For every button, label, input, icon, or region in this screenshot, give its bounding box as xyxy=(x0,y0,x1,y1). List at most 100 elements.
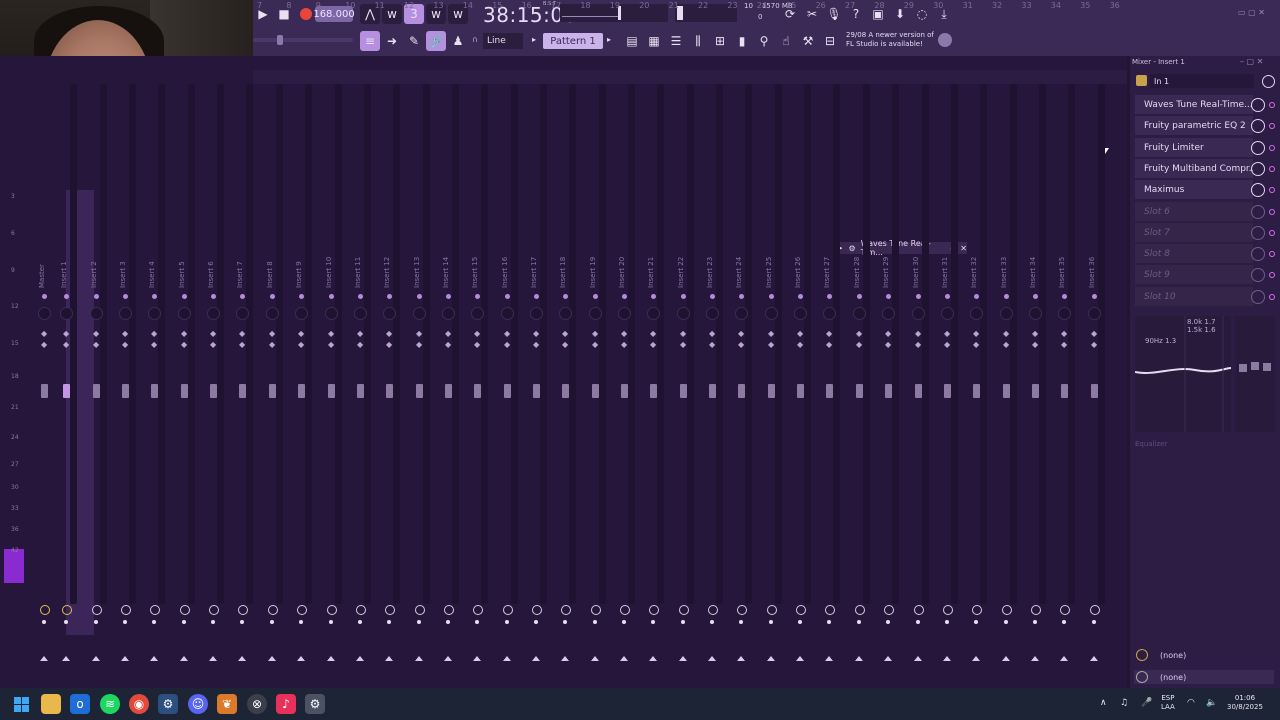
stereo-separation-icon[interactable]: ◆ xyxy=(474,330,480,338)
pan-knob[interactable] xyxy=(618,307,631,320)
swap-channels-icon[interactable]: ◆ xyxy=(298,341,304,349)
wait-icon[interactable]: w xyxy=(382,4,402,24)
stereo-separation-icon[interactable]: ◆ xyxy=(151,330,157,338)
route-arrow-icon[interactable] xyxy=(268,656,276,661)
track-active-led[interactable] xyxy=(123,294,128,299)
send-knob[interactable] xyxy=(121,605,131,615)
swap-channels-icon[interactable]: ◆ xyxy=(357,341,363,349)
send-knob[interactable] xyxy=(356,605,366,615)
pan-knob[interactable] xyxy=(148,307,161,320)
volume-icon[interactable]: 🔈 xyxy=(1206,698,1217,708)
pan-knob[interactable] xyxy=(706,307,719,320)
route-arrow-icon[interactable] xyxy=(1060,656,1068,661)
swap-channels-icon[interactable]: ◆ xyxy=(592,341,598,349)
swap-channels-icon[interactable]: ◆ xyxy=(269,341,275,349)
slot-mix-knob[interactable] xyxy=(1251,290,1265,304)
effect-slot[interactable]: Slot 10 xyxy=(1135,287,1253,306)
track-label[interactable]: Insert 25 xyxy=(765,248,773,288)
pan-knob[interactable] xyxy=(912,307,925,320)
track-active-led[interactable] xyxy=(417,294,422,299)
track-active-led[interactable] xyxy=(329,294,334,299)
pan-knob[interactable] xyxy=(442,307,455,320)
record-arm-led[interactable] xyxy=(446,620,450,624)
record-arm-led[interactable] xyxy=(827,620,831,624)
send-knob[interactable] xyxy=(1002,605,1012,615)
stereo-separation-icon[interactable]: ◆ xyxy=(298,330,304,338)
volume-fader[interactable] xyxy=(915,384,922,398)
pan-knob[interactable] xyxy=(794,307,807,320)
swap-channels-icon[interactable]: ◆ xyxy=(151,341,157,349)
arrow-icon[interactable]: ➜ xyxy=(382,31,402,51)
send-knob[interactable] xyxy=(473,605,483,615)
track-label[interactable]: Insert 32 xyxy=(970,248,978,288)
track-active-led[interactable] xyxy=(1033,294,1038,299)
stereo-separation-icon[interactable]: ◆ xyxy=(386,330,392,338)
track-label[interactable]: Insert 9 xyxy=(295,248,303,288)
track-label[interactable]: Insert 36 xyxy=(1088,248,1096,288)
volume-fader[interactable] xyxy=(944,384,951,398)
master-volume-slider[interactable] xyxy=(253,35,353,45)
output-selector-1[interactable]: (none) xyxy=(1134,648,1274,662)
volume-fader[interactable] xyxy=(269,384,276,398)
stereo-separation-icon[interactable]: ◆ xyxy=(533,330,539,338)
send-knob[interactable] xyxy=(679,605,689,615)
record-arm-led[interactable] xyxy=(916,620,920,624)
track-label[interactable]: Insert 11 xyxy=(354,248,362,288)
clipboard-icon[interactable]: ▮ xyxy=(732,31,752,51)
slot-mix-knob[interactable] xyxy=(1251,247,1265,261)
record-arm-led[interactable] xyxy=(475,620,479,624)
track-active-led[interactable] xyxy=(387,294,392,299)
chrome-icon[interactable]: ◉ xyxy=(129,694,149,714)
effect-slot[interactable]: Slot 6 xyxy=(1135,202,1253,221)
track-label[interactable]: Insert 33 xyxy=(1000,248,1008,288)
route-arrow-icon[interactable] xyxy=(591,656,599,661)
route-arrow-icon[interactable] xyxy=(796,656,804,661)
volume-fader[interactable] xyxy=(826,384,833,398)
route-arrow-icon[interactable] xyxy=(855,656,863,661)
volume-fader[interactable] xyxy=(357,384,364,398)
pan-knob[interactable] xyxy=(735,307,748,320)
swap-channels-icon[interactable]: ◆ xyxy=(621,341,627,349)
track-label[interactable]: Insert 26 xyxy=(794,248,802,288)
playlist-window-icon[interactable]: ▤ xyxy=(622,31,642,51)
track-active-led[interactable] xyxy=(299,294,304,299)
swap-channels-icon[interactable]: ◆ xyxy=(533,341,539,349)
send-knob[interactable] xyxy=(767,605,777,615)
headset-tray-icon[interactable]: ♫ xyxy=(1120,698,1128,708)
panel-window-controls[interactable]: – ▢ ✕ xyxy=(1240,57,1263,66)
discord-icon[interactable]: ☺ xyxy=(188,694,208,714)
route-arrow-icon[interactable] xyxy=(238,656,246,661)
input-selector[interactable]: In 1 xyxy=(1150,74,1254,88)
pan-knob[interactable] xyxy=(677,307,690,320)
record-arm-led[interactable] xyxy=(857,620,861,624)
swap-channels-icon[interactable]: ◆ xyxy=(239,341,245,349)
tiktok-icon[interactable]: ♪ xyxy=(276,694,296,714)
volume-fader[interactable] xyxy=(122,384,129,398)
master-volume-handle[interactable] xyxy=(277,35,283,45)
pan-knob[interactable] xyxy=(1029,307,1042,320)
outlook-icon[interactable]: o xyxy=(70,694,90,714)
shop-icon[interactable]: ⊟ xyxy=(820,31,840,51)
track-active-led[interactable] xyxy=(563,294,568,299)
pan-knob[interactable] xyxy=(354,307,367,320)
track-active-led[interactable] xyxy=(182,294,187,299)
record-arm-led[interactable] xyxy=(182,620,186,624)
track-label[interactable]: Insert 18 xyxy=(559,248,567,288)
slot-enable-led[interactable] xyxy=(1269,230,1275,236)
slot-mix-knob[interactable] xyxy=(1251,98,1265,112)
slot-enable-led[interactable] xyxy=(1269,187,1275,193)
send-knob[interactable] xyxy=(444,605,454,615)
volume-fader[interactable] xyxy=(386,384,393,398)
effect-slot[interactable]: Maximus xyxy=(1135,180,1253,199)
track-active-led[interactable] xyxy=(945,294,950,299)
send-knob[interactable] xyxy=(92,605,102,615)
play-icon[interactable]: ▶ xyxy=(253,4,273,24)
stereo-separation-icon[interactable]: ◆ xyxy=(239,330,245,338)
browser-icon[interactable]: ⊞ xyxy=(710,31,730,51)
track-active-led[interactable] xyxy=(270,294,275,299)
track-active-led[interactable] xyxy=(240,294,245,299)
send-knob[interactable] xyxy=(327,605,337,615)
record-arm-led[interactable] xyxy=(270,620,274,624)
record-arm-led[interactable] xyxy=(651,620,655,624)
pan-knob[interactable] xyxy=(236,307,249,320)
